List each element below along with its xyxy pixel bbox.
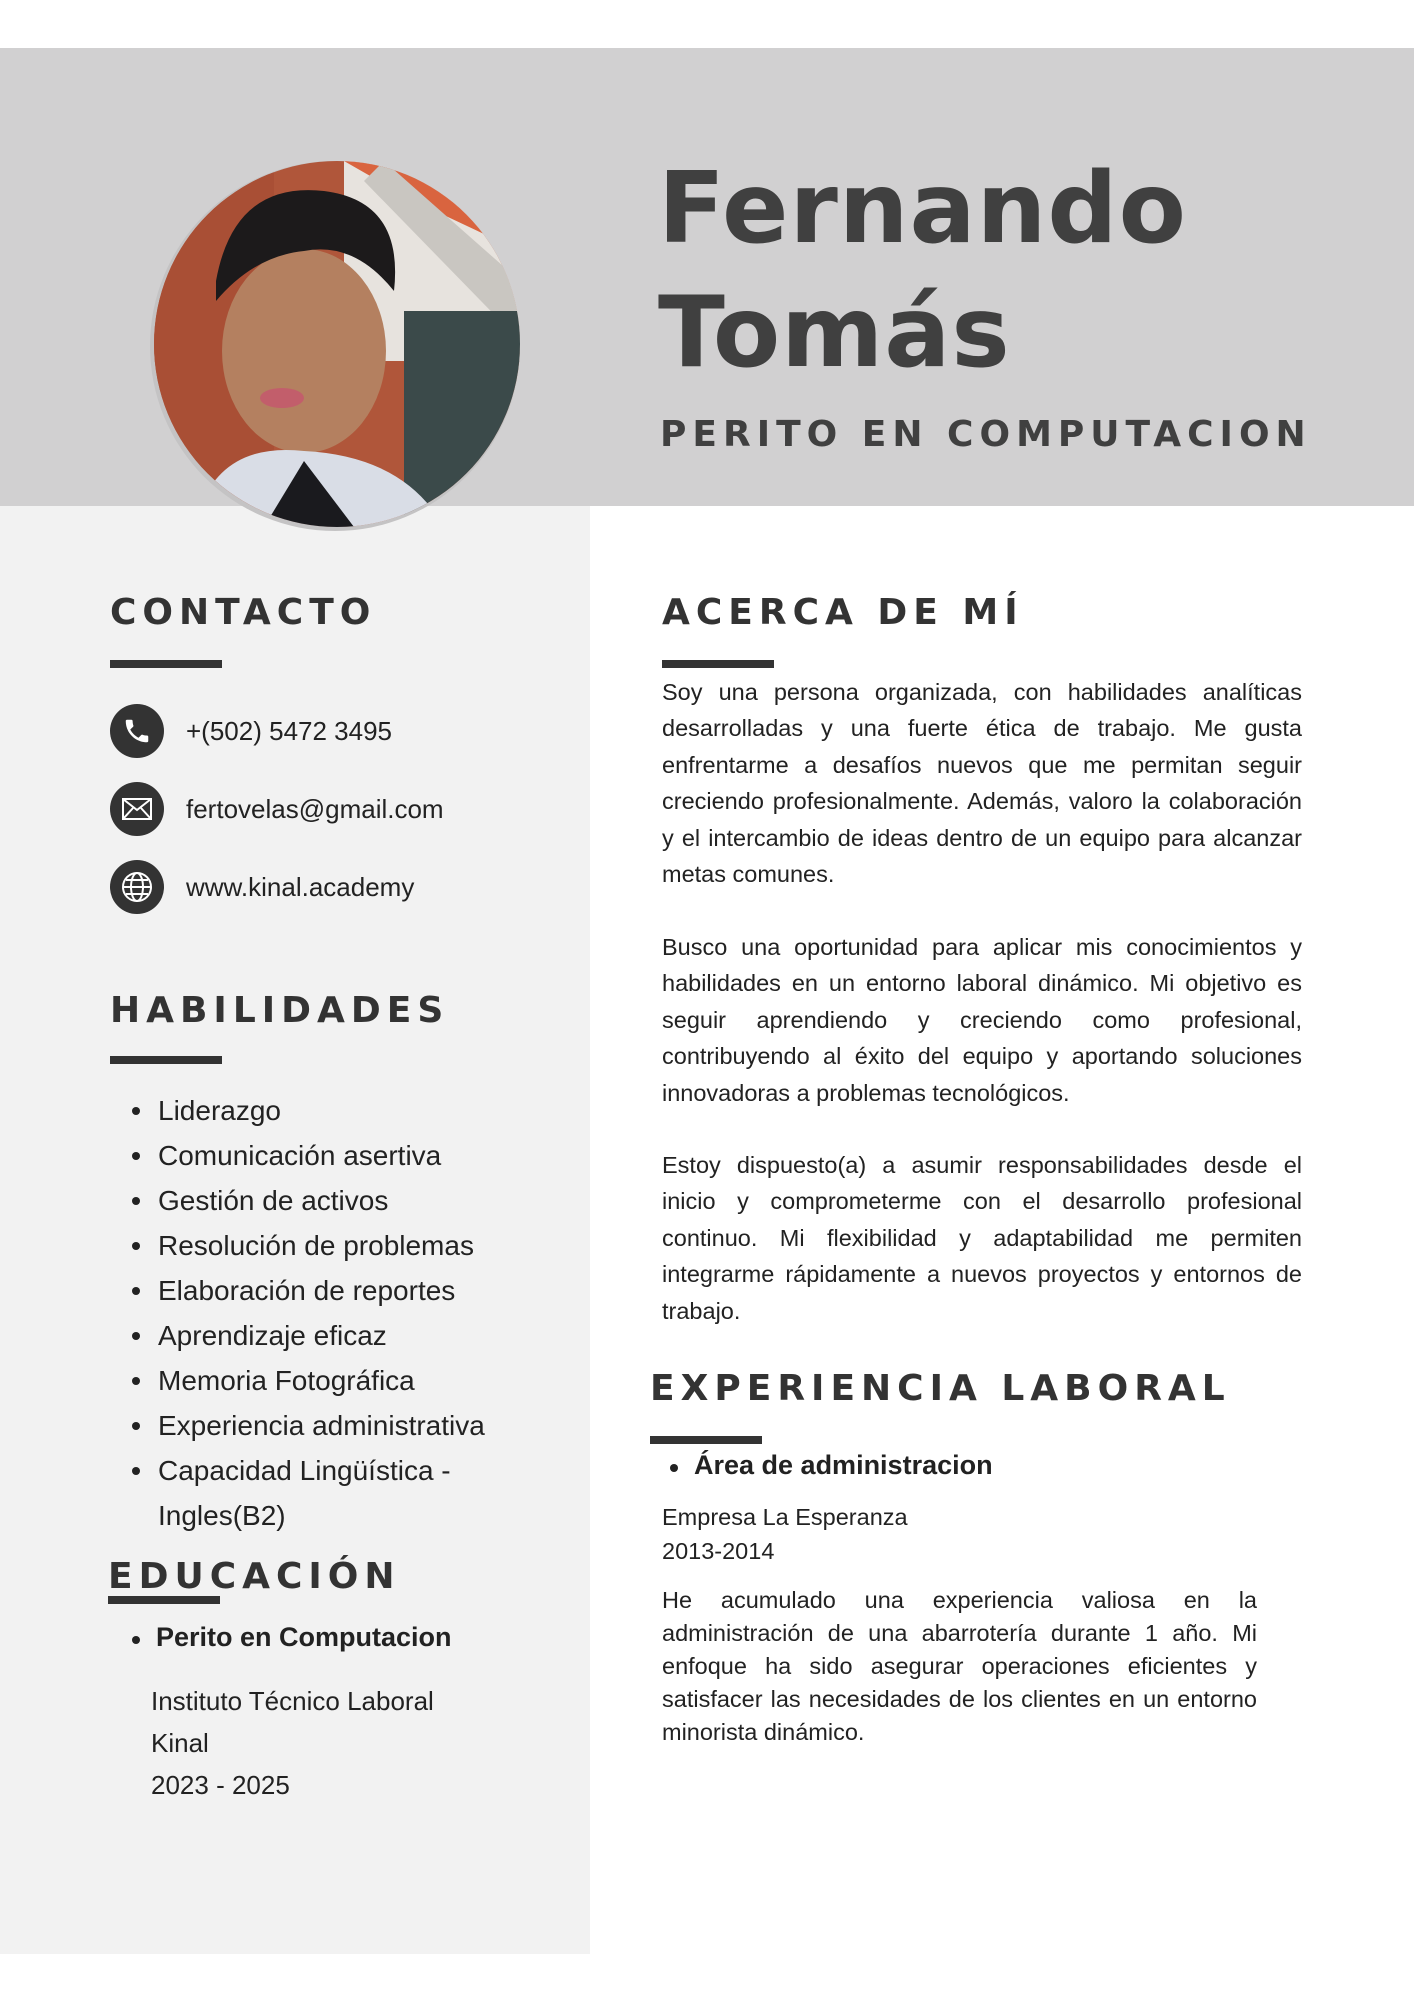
first-name: Fernando (658, 152, 1187, 266)
skills-heading: HABILIDADES (110, 990, 450, 1031)
skill-item: Comunicación asertiva (132, 1133, 578, 1178)
skill-item: Liderazgo (132, 1088, 578, 1133)
experience-company: Empresa La Esperanza (662, 1504, 908, 1530)
profile-photo (154, 161, 520, 527)
education-heading-rule (108, 1596, 220, 1604)
website-url: www.kinal.academy (186, 871, 415, 902)
phone-icon (110, 704, 164, 758)
contact-email: fertovelas@gmail.com (110, 782, 444, 836)
about-heading: ACERCA DE MÍ (662, 592, 1024, 633)
skills-list: Liderazgo Comunicación asertiva Gestión … (132, 1088, 578, 1538)
about-paragraph: Soy una persona organizada, con habilida… (662, 679, 1302, 888)
contact-heading-rule (110, 660, 222, 668)
last-name: Tomás (658, 276, 1011, 390)
phone-number: +(502) 5472 3495 (186, 715, 393, 746)
about-paragraph: Busco una oportunidad para aplicar mis c… (662, 934, 1302, 1106)
contact-phone: +(502) 5472 3495 (110, 704, 392, 758)
skill-item: Memoria Fotográfica (132, 1358, 578, 1403)
contact-website: www.kinal.academy (110, 860, 414, 914)
experience-heading-rule (650, 1436, 762, 1444)
skill-item: Resolución de problemas (132, 1223, 578, 1268)
email-address: fertovelas@gmail.com (186, 793, 444, 824)
experience-description: He acumulado una experiencia valiosa en … (662, 1587, 1257, 1745)
skill-item: Gestión de activos (132, 1178, 578, 1223)
about-paragraph: Estoy dispuesto(a) a asumir responsabili… (662, 1152, 1302, 1324)
skill-item: Experiencia administrativa (132, 1403, 578, 1448)
skills-heading-rule (110, 1056, 222, 1064)
contact-heading: CONTACTO (110, 592, 377, 633)
experience-years: 2013-2014 (662, 1538, 775, 1564)
skill-item: Elaboración de reportes (132, 1268, 578, 1313)
education-degree: Perito en Computacion (132, 1622, 452, 1652)
globe-icon (110, 860, 164, 914)
education-institution: Instituto Técnico Laboral (151, 1686, 434, 1716)
experience-heading: EXPERIENCIA LABORAL (650, 1368, 1231, 1409)
skill-item: Aprendizaje eficaz (132, 1313, 578, 1358)
skill-item-continued: Ingles(B2) (158, 1500, 286, 1531)
about-heading-rule (662, 660, 774, 668)
education-heading: EDUCACIÓN (108, 1556, 401, 1597)
education-institution-line2: Kinal (151, 1728, 209, 1758)
mail-icon (110, 782, 164, 836)
job-title: PERITO EN COMPUTACION (660, 414, 1312, 455)
experience-role: Área de administracion (670, 1450, 993, 1480)
education-years: 2023 - 2025 (151, 1770, 290, 1800)
skill-item: Capacidad Lingüística - (132, 1448, 578, 1493)
